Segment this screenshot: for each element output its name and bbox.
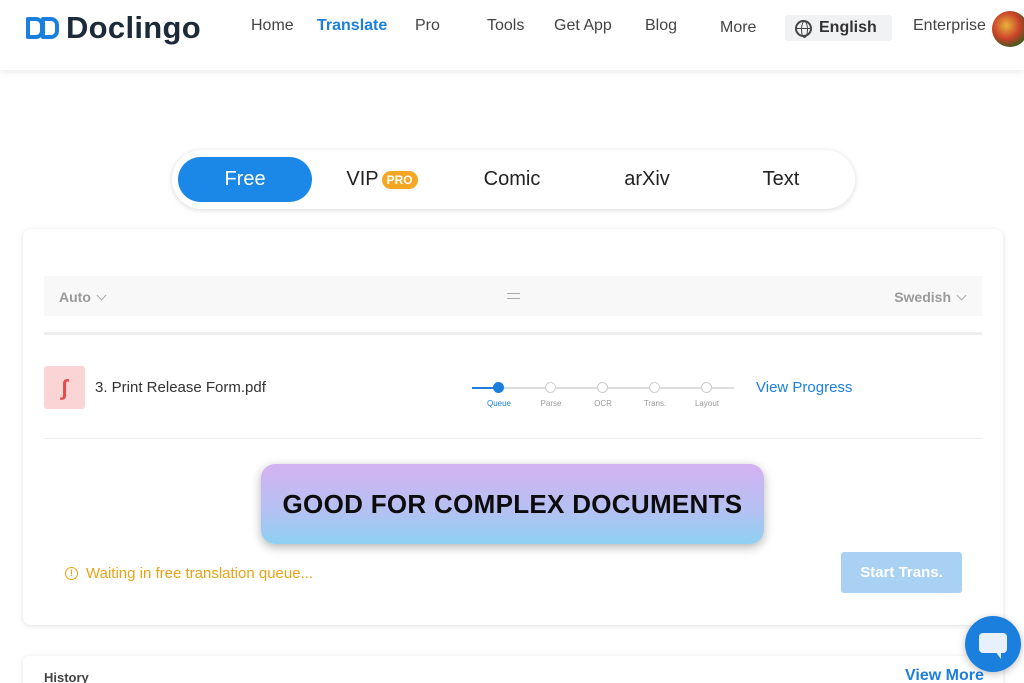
nav-item-tools[interactable]: Tools	[487, 17, 524, 35]
start-translation-button[interactable]: Start Trans.	[841, 552, 962, 593]
swap-icon[interactable]	[507, 290, 521, 302]
step-label: OCR	[594, 399, 612, 408]
language-selector[interactable]: English	[785, 15, 892, 41]
step-label: Queue	[486, 399, 512, 408]
language-row: Auto Swedish	[44, 276, 982, 316]
tab-free[interactable]: Free	[178, 157, 312, 202]
user-avatar[interactable]	[992, 11, 1024, 47]
divider	[44, 332, 982, 335]
source-language-select[interactable]: Auto	[59, 289, 107, 305]
warning-icon: !	[65, 567, 78, 580]
language-label: English	[819, 19, 877, 36]
tab-arxiv-label: arXiv	[624, 168, 670, 190]
step-dot-parse	[545, 382, 556, 393]
step-dot-queue	[493, 382, 504, 393]
target-language-label: Swedish	[894, 289, 951, 305]
nav-item-enterprise[interactable]: Enterprise	[913, 17, 986, 35]
promo-banner: GOOD FOR COMPLEX DOCUMENTS	[261, 464, 764, 544]
logo-mark-icon	[26, 15, 62, 41]
tab-text-label: Text	[762, 168, 800, 190]
nav-item-pro[interactable]: Pro	[415, 17, 440, 35]
source-language-label: Auto	[59, 289, 91, 305]
step-dot-trans	[649, 382, 660, 393]
top-header: Doclingo Home Translate Pro Tools Get Ap…	[0, 0, 1024, 70]
step-label: Parse	[540, 399, 562, 408]
file-name: 3. Print Release Form.pdf	[95, 379, 266, 396]
history-panel: History View More	[23, 656, 1003, 683]
view-progress-link[interactable]: View Progress	[756, 379, 852, 396]
pdf-icon: ∫	[44, 366, 85, 409]
banner-text: GOOD FOR COMPLEX DOCUMENTS	[282, 488, 743, 519]
step-dot-ocr	[597, 382, 608, 393]
step-label: Trans.	[643, 399, 667, 408]
tab-comic[interactable]: Comic	[452, 157, 572, 202]
chevron-down-icon	[956, 290, 967, 301]
tab-vip[interactable]: VIP PRO	[322, 157, 442, 202]
nav-item-blog[interactable]: Blog	[645, 17, 677, 35]
globe-icon	[795, 19, 812, 38]
tab-free-label: Free	[224, 168, 266, 190]
tab-arxiv[interactable]: arXiv	[587, 157, 707, 202]
pro-badge: PRO	[381, 170, 418, 189]
mode-tabs: Free VIP PRO Comic arXiv Text	[172, 150, 855, 209]
nav-item-get-app[interactable]: Get App	[554, 17, 612, 35]
translation-card: Auto Swedish ∫ 3. Print Release Form.pdf…	[23, 229, 1003, 625]
tab-vip-label: VIP	[346, 168, 379, 190]
divider	[44, 438, 982, 439]
queue-status: ! Waiting in free translation queue...	[65, 565, 313, 582]
step-dot-layout	[701, 382, 712, 393]
history-title: History	[44, 670, 89, 683]
brand-name: Doclingo	[66, 10, 201, 45]
brand-logo[interactable]: Doclingo	[26, 10, 201, 46]
tab-text[interactable]: Text	[721, 157, 841, 202]
nav-item-more[interactable]: More	[720, 19, 756, 37]
chevron-down-icon	[96, 290, 107, 301]
queue-message: Waiting in free translation queue...	[86, 565, 314, 582]
chat-button[interactable]	[965, 616, 1021, 672]
step-label: Layout	[694, 399, 720, 408]
nav-item-home[interactable]: Home	[251, 17, 294, 35]
progress-steps: Queue Parse OCR Trans. Layout	[472, 376, 734, 412]
view-more-link[interactable]: View More	[905, 667, 984, 683]
chat-icon	[979, 633, 1007, 659]
file-row: ∫ 3. Print Release Form.pdf Queue Parse …	[44, 364, 982, 414]
target-language-select[interactable]: Swedish	[894, 289, 967, 305]
tab-comic-label: Comic	[483, 168, 541, 190]
nav-item-translate[interactable]: Translate	[317, 17, 387, 35]
